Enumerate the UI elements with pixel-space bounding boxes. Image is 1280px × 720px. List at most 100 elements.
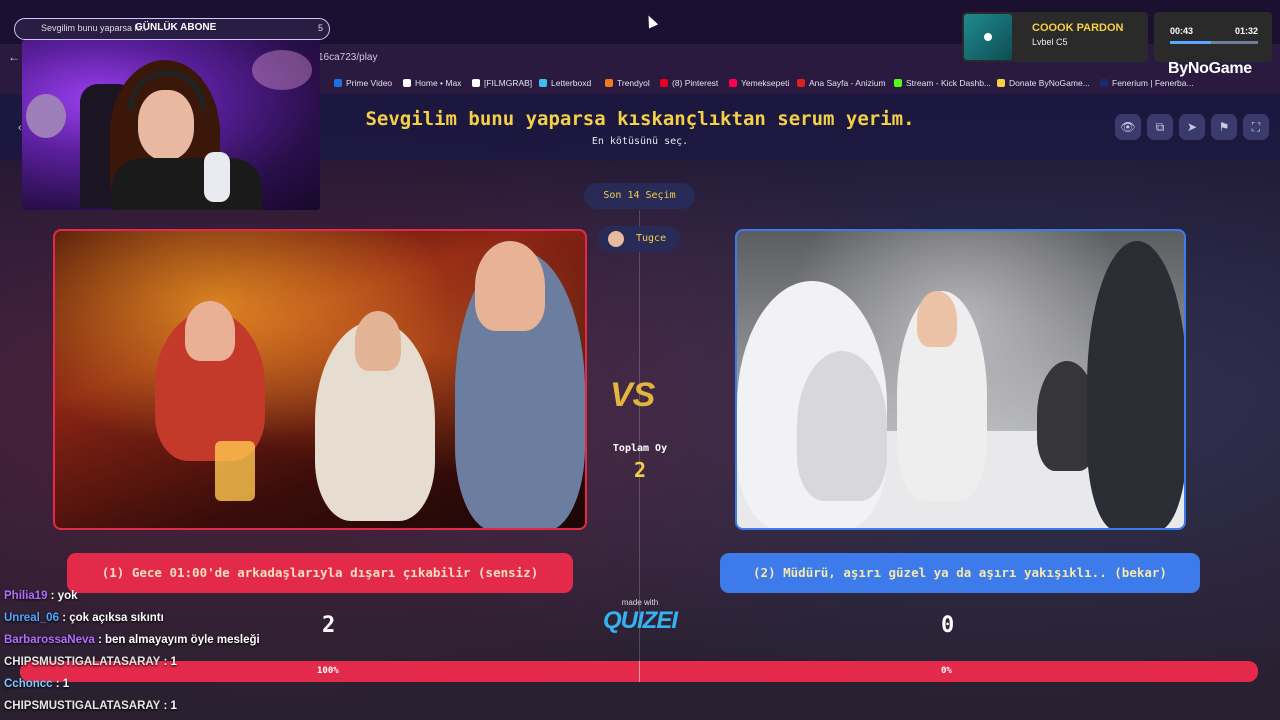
bookmark-favicon-icon xyxy=(997,79,1005,87)
bookmark-item[interactable]: Yemeksepeti xyxy=(729,78,789,88)
bookmark-favicon-icon xyxy=(539,79,547,87)
bookmark-item[interactable]: Fenerium | Fenerba... xyxy=(1100,78,1194,88)
choice-image-1[interactable] xyxy=(53,229,587,530)
avatar xyxy=(608,231,624,247)
bookmark-item[interactable]: [FILMGRAB] xyxy=(472,78,532,88)
beer-glass xyxy=(215,441,255,501)
bookmark-favicon-icon xyxy=(334,79,342,87)
webcam-overlay xyxy=(22,40,320,210)
bookmark-favicon-icon xyxy=(605,79,613,87)
user-name: Tugce xyxy=(636,233,667,244)
song-progress-track xyxy=(1170,41,1258,44)
album-art xyxy=(964,14,1012,60)
chat-text: : yok xyxy=(50,590,78,602)
stream-screen: 0 Sevgilim bunu yaparsa k... GÜNLÜK ABON… xyxy=(0,0,1280,720)
song-artist: Lvbel C5 xyxy=(1032,37,1068,47)
bookmark-label: Stream - Kick Dashb... xyxy=(906,78,992,88)
choice-label-1[interactable]: (1) Gece 01:00'de arkadaşlarıyla dışarı … xyxy=(67,553,573,593)
bookmark-label: Letterboxd xyxy=(551,78,592,88)
fullscreen-icon[interactable]: ⛶ xyxy=(1243,114,1269,140)
party-face xyxy=(355,311,401,371)
bookmark-item[interactable]: (8) Pinterest xyxy=(660,78,718,88)
chat-text: : ben almayayım öyle mesleği xyxy=(97,634,260,646)
bookmark-item[interactable]: Trendyol xyxy=(605,78,650,88)
microphone-icon xyxy=(204,152,230,202)
stream-label: GÜNLÜK ABONE xyxy=(135,22,217,33)
bookmark-label: (8) Pinterest xyxy=(672,78,719,88)
chat-text: : 1 xyxy=(163,656,177,668)
chat-message: BarbarossaNeva : ben almayayım öyle mesl… xyxy=(4,634,260,646)
bookmark-item[interactable]: Donate ByNoGame... xyxy=(997,78,1090,88)
choice-image-2[interactable] xyxy=(735,229,1186,530)
bynogame-logo: ByNoGame xyxy=(1168,60,1252,77)
chat-message: CHIPSMUSTIGALATASARAY : 1 xyxy=(4,656,177,668)
vote-count-2: 0 xyxy=(941,613,955,638)
eye-icon[interactable]: 👁 xyxy=(1115,114,1141,140)
song-title: COOOK PARDON xyxy=(1032,22,1124,34)
office-figure xyxy=(1087,241,1184,528)
choice-label-2[interactable]: (2) Müdürü, aşırı güzel ya da aşırı yakı… xyxy=(720,553,1200,593)
chat-username: Philia19 xyxy=(4,590,48,602)
chat-username: Unreal_06 xyxy=(4,612,59,624)
send-icon[interactable]: ➤ xyxy=(1179,114,1205,140)
tab-title: Sevgilim bunu yaparsa k... xyxy=(41,23,147,33)
bookmark-label: [FILMGRAB] xyxy=(484,78,533,88)
chat-username: CHIPSMUSTIGALATASARAY xyxy=(4,700,161,712)
office-figure xyxy=(797,351,887,501)
copy-icon[interactable]: ⧉ xyxy=(1147,114,1173,140)
back-arrow-icon[interactable]: ← xyxy=(8,50,20,64)
browser-tab[interactable]: 0 Sevgilim bunu yaparsa k... GÜNLÜK ABON… xyxy=(14,18,330,40)
bookmark-item[interactable]: Home • Max xyxy=(403,78,461,88)
chat-message: Cchoncc : 1 xyxy=(4,678,69,690)
chat-message: CHIPSMUSTIGALATASARAY : 1 xyxy=(4,700,177,712)
total-votes-value: 2 xyxy=(633,458,647,482)
stream-count: 5 xyxy=(317,23,323,33)
song-timer: 00:43 01:32 xyxy=(1154,12,1272,62)
bookmark-favicon-icon xyxy=(729,79,737,87)
bookmark-favicon-icon xyxy=(660,79,668,87)
chat-username: Cchoncc xyxy=(4,678,53,690)
bookmark-label: Donate ByNoGame... xyxy=(1009,78,1090,88)
bookmark-item[interactable]: Stream - Kick Dashb... xyxy=(894,78,991,88)
bookmark-label: Ana Sayfa - Anizium xyxy=(809,78,886,88)
vote-bar-divider xyxy=(639,661,640,682)
light-glow xyxy=(252,50,312,90)
party-face xyxy=(185,301,235,361)
time-current: 00:43 xyxy=(1170,26,1194,36)
vote-percent-1: 100% xyxy=(317,666,339,676)
quizei-logo: QUIZEI xyxy=(602,607,678,634)
party-face xyxy=(475,241,545,331)
chat-username: BarbarossaNeva xyxy=(4,634,95,646)
music-widget: COOOK PARDON Lvbel C5 xyxy=(962,12,1148,62)
bookmark-favicon-icon xyxy=(894,79,902,87)
song-progress-fill xyxy=(1170,41,1212,44)
bookmark-label: Fenerium | Fenerba... xyxy=(1112,78,1194,88)
bookmark-label: Home • Max xyxy=(415,78,462,88)
total-votes-label: Toplam Oy xyxy=(612,443,668,454)
last-choices-button[interactable]: Son 14 Seçim xyxy=(584,183,695,209)
made-with-label: made with xyxy=(621,598,659,607)
chat-message: Unreal_06 : çok açıksa sıkıntı xyxy=(4,612,164,624)
versus-icon: VS xyxy=(610,376,656,414)
chat-username: CHIPSMUSTIGALATASARAY xyxy=(4,656,161,668)
chat-text: : 1 xyxy=(55,678,70,690)
chat-text: : 1 xyxy=(163,700,177,712)
chat-message: Philia19 : yok xyxy=(4,590,78,602)
flag-icon[interactable]: ⚑ xyxy=(1211,114,1237,140)
bookmark-item[interactable]: Ana Sayfa - Anizium xyxy=(797,78,886,88)
url-field[interactable]: 16ca723/play xyxy=(318,52,378,63)
bookmark-label: Trendyol xyxy=(617,78,650,88)
bookmark-favicon-icon xyxy=(797,79,805,87)
bookmark-label: Yemeksepeti xyxy=(741,78,790,88)
time-total: 01:32 xyxy=(1234,26,1258,36)
bookmark-item[interactable]: Letterboxd xyxy=(539,78,591,88)
plush-toy xyxy=(26,94,66,138)
bookmark-item[interactable]: Prime Video xyxy=(334,78,392,88)
chat-text: : çok açıksa sıkıntı xyxy=(62,612,164,624)
bookmark-favicon-icon xyxy=(403,79,411,87)
vote-count-1: 2 xyxy=(322,613,336,638)
streamer-body xyxy=(112,158,262,210)
vote-progress-bar: 100% 0% xyxy=(20,661,1258,682)
vote-percent-2: 0% xyxy=(941,666,952,676)
bookmark-favicon-icon xyxy=(472,79,480,87)
